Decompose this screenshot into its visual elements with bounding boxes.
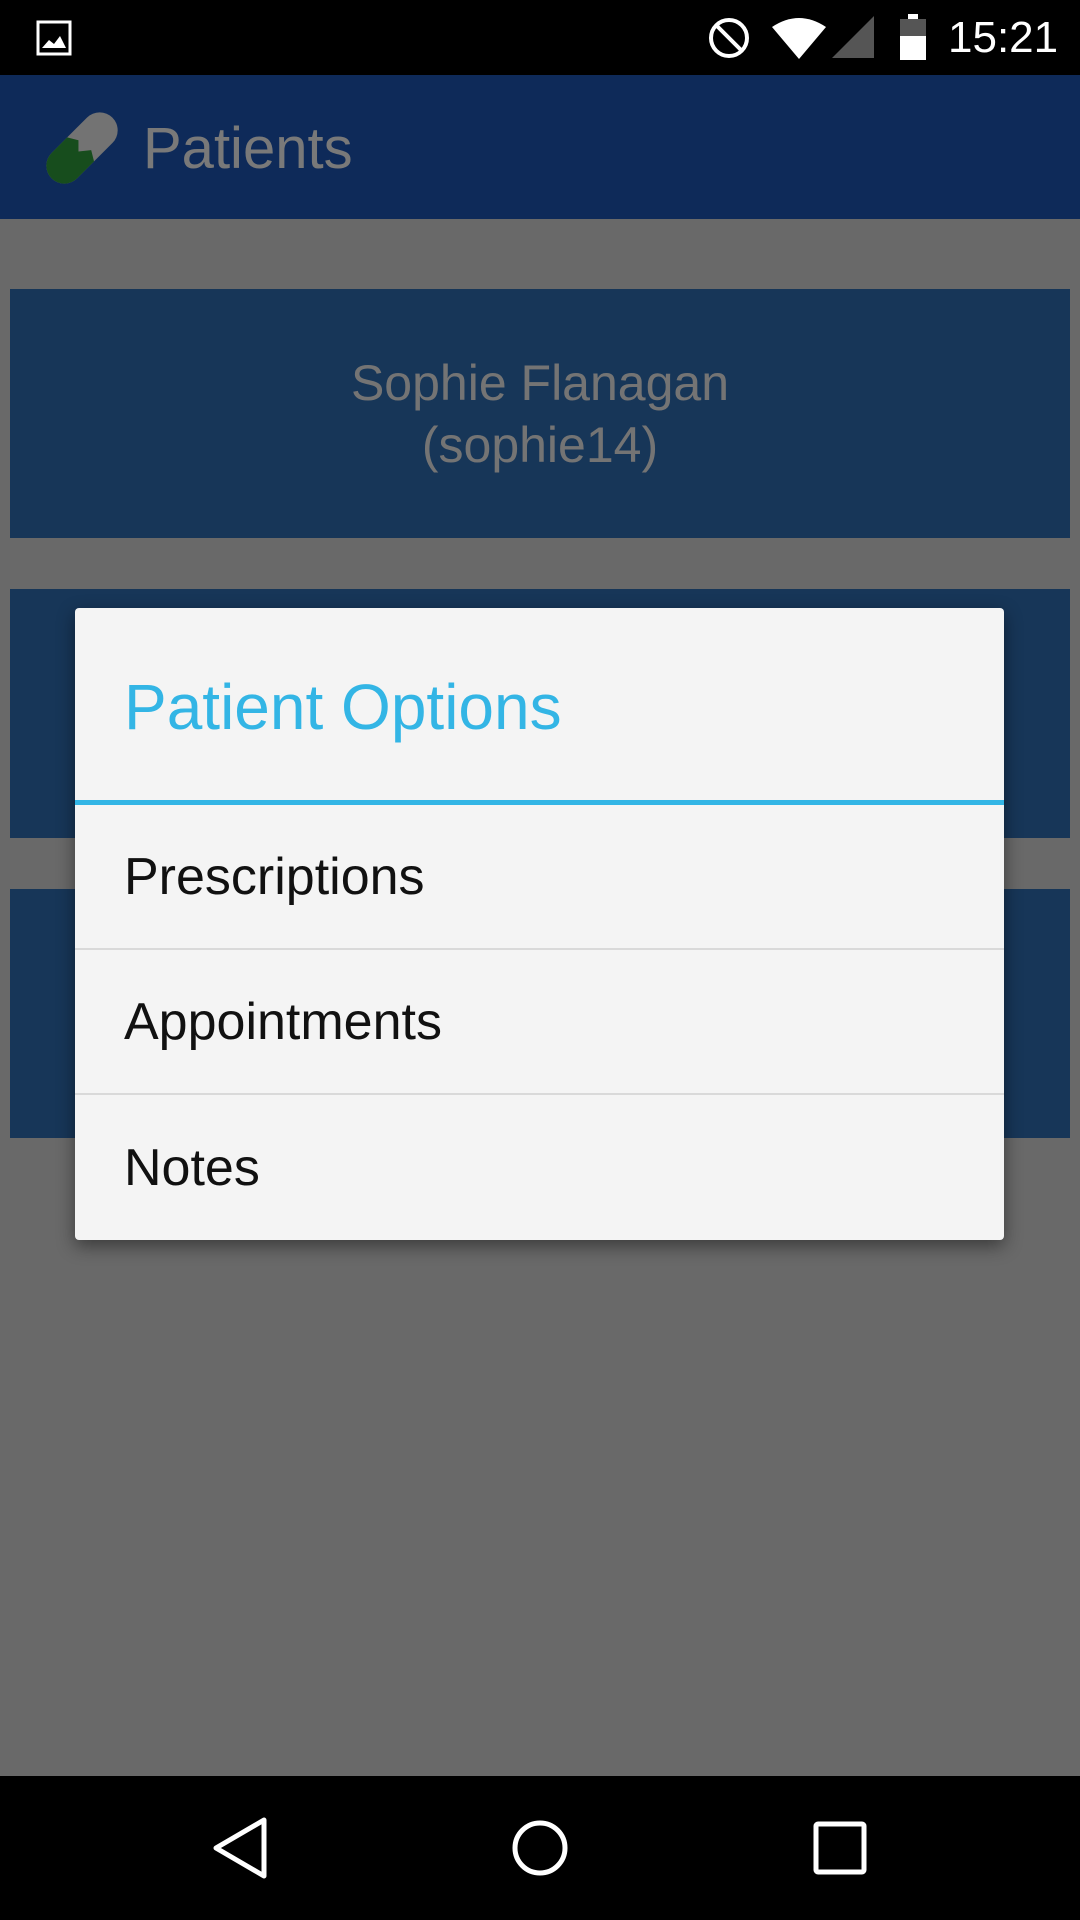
back-icon[interactable] <box>206 1814 274 1882</box>
option-prescriptions[interactable]: Prescriptions <box>75 805 1004 950</box>
patient-options-dialog: Patient Options Prescriptions Appointmen… <box>75 608 1004 1240</box>
home-icon[interactable] <box>506 1814 574 1882</box>
battery-icon <box>900 14 926 60</box>
dialog-title: Patient Options <box>124 671 562 743</box>
wifi-icon <box>772 18 826 59</box>
gallery-icon <box>36 20 72 56</box>
do-not-disturb-icon <box>709 18 749 58</box>
cell-signal-icon <box>832 16 874 58</box>
dialog-option-list: Prescriptions Appointments Notes <box>75 805 1004 1240</box>
status-bar: 15:21 <box>0 0 1080 75</box>
option-notes[interactable]: Notes <box>75 1095 1004 1240</box>
navigation-bar <box>0 1776 1080 1920</box>
option-appointments[interactable]: Appointments <box>75 950 1004 1095</box>
recents-icon[interactable] <box>806 1814 874 1882</box>
clock: 15:21 <box>948 13 1059 62</box>
